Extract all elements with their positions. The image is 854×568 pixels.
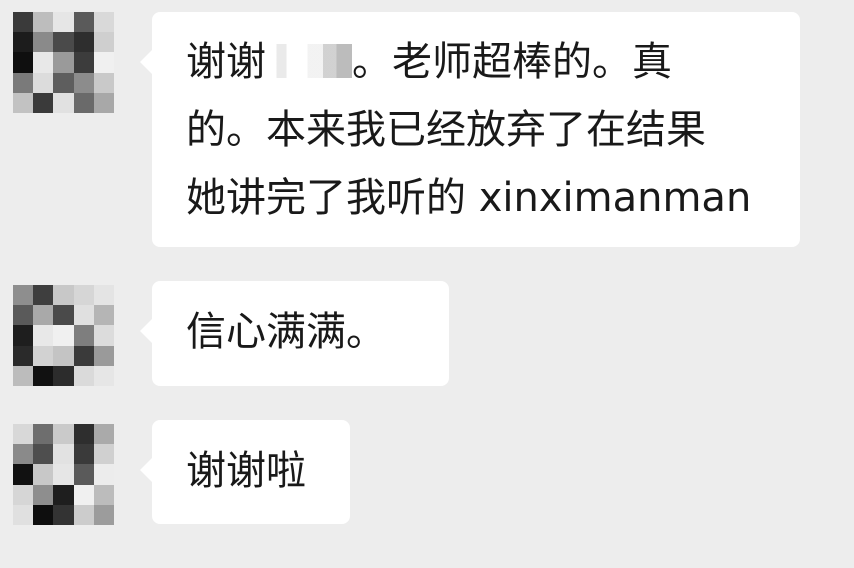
avatar-mosaic-cell	[13, 504, 34, 525]
avatar-mosaic-cell	[73, 464, 94, 485]
avatar-mosaic-cell	[73, 504, 94, 525]
avatar-mosaic-cell	[33, 72, 54, 93]
avatar-mosaic-cell	[53, 484, 74, 505]
avatar-mosaic-cell	[53, 365, 74, 386]
avatar-mosaic-cell	[13, 464, 34, 485]
message-bubble[interactable]: 谢谢啦	[140, 420, 350, 524]
avatar-mosaic-cell	[93, 72, 114, 93]
avatar-mosaic-cell	[13, 345, 34, 366]
avatar-mosaic-cell	[93, 32, 114, 53]
avatar-mosaic-cell	[33, 464, 54, 485]
avatar-mosaic-cell	[33, 32, 54, 53]
avatar-mosaic-cell	[93, 365, 114, 386]
avatar-mosaic-cell	[13, 285, 34, 306]
avatar-mosaic-cell	[93, 504, 114, 525]
avatar-mosaic-cell	[53, 444, 74, 465]
avatar-mosaic-cell	[13, 365, 34, 386]
avatar-mosaic-cell	[53, 72, 74, 93]
avatar-mosaic-cell	[33, 285, 54, 306]
chat-message-list: 谢谢 。老师超棒的。真 的。本来我已经放弃了在结果 她讲完了我听的 xinxima…	[0, 0, 854, 568]
avatar-mosaic-cell	[13, 305, 34, 326]
avatar-mosaic-cell	[93, 285, 114, 306]
avatar-mosaic-cell	[33, 484, 54, 505]
message-line: 谢谢啦	[186, 448, 306, 494]
avatar-mosaic-cell	[53, 305, 74, 326]
avatar-mosaic-cell	[73, 484, 94, 505]
avatar-mosaic-cell	[53, 12, 74, 33]
avatar-mosaic-cell	[73, 52, 94, 73]
avatar-mosaic-cell	[53, 424, 74, 445]
avatar-mosaic-cell	[93, 464, 114, 485]
avatar-mosaic-cell	[73, 444, 94, 465]
avatar-mosaic-cell	[93, 325, 114, 346]
avatar-mosaic-cell	[53, 32, 74, 53]
avatar-mosaic-cell	[33, 12, 54, 33]
avatar-mosaic-cell	[73, 92, 94, 113]
message-line: 的。本来我已经放弃了在结果	[186, 107, 706, 153]
redacted-mosaic	[266, 44, 352, 78]
avatar-mosaic-cell	[73, 365, 94, 386]
avatar-mosaic-cell	[13, 92, 34, 113]
avatar-mosaic-cell	[73, 12, 94, 33]
avatar-mosaic-cell	[13, 12, 34, 33]
avatar-mosaic-cell	[53, 325, 74, 346]
avatar[interactable]	[13, 285, 114, 386]
avatar-mosaic-cell	[13, 72, 34, 93]
message-line: 信心满满。	[186, 309, 386, 355]
avatar-mosaic-cell	[33, 424, 54, 445]
avatar-mosaic-cell	[73, 325, 94, 346]
avatar-mosaic-cell	[53, 504, 74, 525]
avatar-mosaic-cell	[93, 424, 114, 445]
avatar-mosaic-cell	[13, 484, 34, 505]
avatar-mosaic-cell	[33, 504, 54, 525]
avatar-mosaic-cell	[73, 424, 94, 445]
avatar-mosaic-cell	[93, 92, 114, 113]
avatar-mosaic-cell	[53, 92, 74, 113]
avatar-mosaic-cell	[13, 52, 34, 73]
avatar-mosaic-cell	[13, 325, 34, 346]
avatar-mosaic-cell	[53, 464, 74, 485]
avatar-mosaic-cell	[33, 305, 54, 326]
avatar[interactable]	[13, 12, 114, 113]
avatar-mosaic-cell	[93, 345, 114, 366]
avatar-mosaic-cell	[33, 325, 54, 346]
avatar-mosaic-cell	[53, 345, 74, 366]
avatar-mosaic-cell	[93, 484, 114, 505]
avatar-mosaic-cell	[33, 444, 54, 465]
message-line: 她讲完了我听的 xinximanman	[186, 175, 752, 221]
avatar-mosaic-cell	[93, 444, 114, 465]
message-line: 谢谢 。老师超棒的。真	[186, 39, 672, 85]
avatar-mosaic-cell	[13, 424, 34, 445]
avatar-mosaic-cell	[13, 444, 34, 465]
avatar-mosaic-cell	[73, 305, 94, 326]
avatar-mosaic-cell	[93, 305, 114, 326]
message-bubble[interactable]: 谢谢 。老师超棒的。真 的。本来我已经放弃了在结果 她讲完了我听的 xinxima…	[140, 12, 800, 247]
avatar-mosaic-cell	[53, 52, 74, 73]
avatar-mosaic-cell	[13, 32, 34, 53]
avatar-mosaic-cell	[73, 72, 94, 93]
avatar-mosaic-cell	[93, 52, 114, 73]
avatar-mosaic-cell	[33, 52, 54, 73]
avatar-mosaic-cell	[73, 285, 94, 306]
avatar-mosaic-cell	[53, 285, 74, 306]
avatar-mosaic-cell	[73, 345, 94, 366]
avatar-mosaic-cell	[93, 12, 114, 33]
avatar-mosaic-cell	[33, 92, 54, 113]
avatar-mosaic-cell	[33, 365, 54, 386]
avatar[interactable]	[13, 424, 114, 525]
avatar-mosaic-cell	[33, 345, 54, 366]
message-bubble[interactable]: 信心满满。	[140, 281, 449, 386]
avatar-mosaic-cell	[73, 32, 94, 53]
